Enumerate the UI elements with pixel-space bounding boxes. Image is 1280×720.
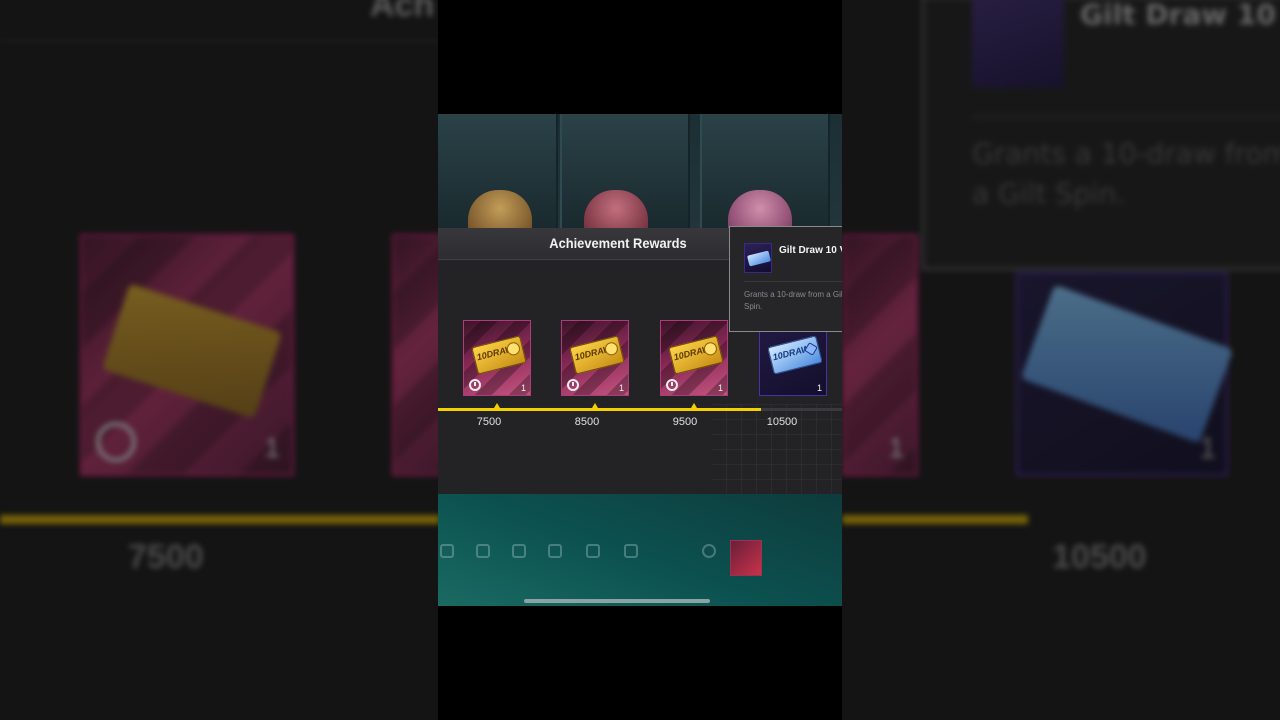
tooltip-description: Grants a 10-draw from a Gilt Spin. (744, 290, 842, 311)
clock-icon (666, 379, 678, 391)
background-title: Ach (370, 0, 435, 24)
nav-icon[interactable] (702, 544, 716, 558)
reward-quantity: 1 (717, 383, 723, 393)
ticket-icon (1020, 284, 1234, 444)
tooltip-divider (744, 281, 842, 282)
gilt-ticket-icon: 10DRAW (767, 335, 823, 375)
nav-icon[interactable] (624, 544, 638, 558)
background-tooltip-name: Gilt Draw 10 Vouc (1080, 0, 1280, 31)
milestone-label: 7500 (476, 416, 502, 428)
voucher-icon (972, 0, 1064, 88)
clock-icon (96, 422, 136, 462)
background-card-quantity: 1 (1199, 432, 1216, 465)
background-progress-bar (0, 515, 440, 524)
background-card-quantity: 1 (888, 432, 904, 463)
background-milestone: 10500 (1052, 538, 1147, 576)
draw-ticket-icon: 10DRAWS (569, 335, 625, 375)
milestone-label: 8500 (574, 416, 600, 428)
progress-fill (438, 408, 762, 411)
background-progress-bar (842, 515, 1028, 524)
nav-icon[interactable] (548, 544, 562, 558)
nav-icon[interactable] (440, 544, 454, 558)
gilt-voucher-icon (744, 243, 772, 273)
milestone-marker (592, 403, 598, 408)
reward-item[interactable]: 10DRAWS 1 (463, 320, 531, 396)
tooltip-item-name: Gilt Draw 10 Vouc (779, 245, 842, 256)
draw-ticket-icon: 10DRAWS (668, 335, 724, 375)
milestone-marker (691, 403, 697, 408)
background-divider (0, 40, 440, 42)
clock-icon (567, 379, 579, 391)
item-tooltip: Gilt Draw 10 Vouc Grants a 10-draw from … (729, 226, 842, 332)
game-background-top (438, 114, 842, 228)
home-indicator[interactable] (524, 599, 710, 603)
background-reward-card: 1 (842, 234, 918, 476)
milestone-marker (494, 403, 500, 408)
background-milestone: 7500 (128, 538, 204, 576)
reward-quantity: 1 (816, 383, 822, 393)
bottom-nav (438, 540, 842, 580)
milestone-label: 10500 (766, 416, 798, 428)
milestone-label: 9500 (672, 416, 698, 428)
background-reward-card: 1 (80, 234, 294, 476)
draw-ticket-icon: 10DRAWS (471, 335, 527, 375)
nav-icon[interactable] (476, 544, 490, 558)
background-voucher-card: 1 (1016, 272, 1234, 476)
clock-icon (469, 379, 481, 391)
reward-quantity: 1 (618, 383, 624, 393)
nav-item-thumbnail[interactable] (730, 540, 762, 576)
reward-quantity: 1 (520, 383, 526, 393)
nav-icon[interactable] (512, 544, 526, 558)
reward-item[interactable]: 10DRAWS 1 (561, 320, 629, 396)
background-tooltip: Gilt Draw 10 Vouc Grants a 10-draw from … (922, 0, 1280, 270)
nav-icon[interactable] (586, 544, 600, 558)
reward-item[interactable]: 10DRAWS 1 (660, 320, 728, 396)
background-card-quantity: 1 (264, 432, 280, 463)
phone-screen: Achievement Rewards 10DRAWS 1 10DRAWS 1 … (438, 0, 842, 720)
background-tooltip-desc: Grants a 10-draw from a Gilt Spin. (972, 137, 1280, 210)
